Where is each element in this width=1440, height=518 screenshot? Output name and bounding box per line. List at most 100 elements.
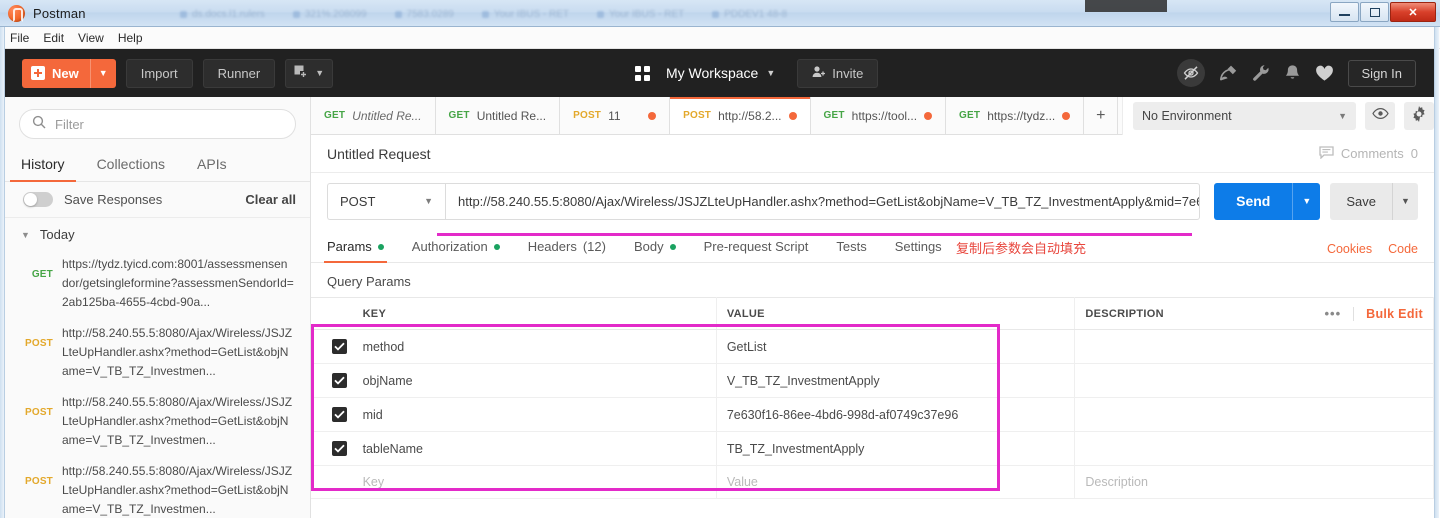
new-param-value[interactable]: Value (716, 465, 1076, 499)
tab-pre-request-script[interactable]: Pre-request Script (704, 239, 809, 262)
tab-title: https://tool... (851, 108, 918, 123)
new-button-caret[interactable]: ▼ (89, 58, 116, 88)
new-param-key[interactable]: Key (352, 465, 717, 499)
invite-button[interactable]: Invite (797, 58, 879, 88)
request-tab-active[interactable]: POST http://58.2... (670, 97, 811, 134)
new-window-caret[interactable]: ▼ (315, 68, 324, 78)
comments-button[interactable]: Comments 0 (1319, 145, 1418, 162)
filter-area (5, 97, 310, 149)
param-key[interactable]: objName (352, 363, 717, 398)
save-button[interactable]: Save ▼ (1330, 182, 1418, 220)
menu-file[interactable]: File (10, 31, 29, 45)
list-item[interactable]: GET https://tydz.tyicd.com:8001/assessme… (5, 249, 310, 318)
menu-view[interactable]: View (78, 31, 104, 45)
new-param-description[interactable]: Description (1074, 465, 1434, 499)
list-item[interactable]: POST http://58.240.55.5:8080/Ajax/Wirele… (5, 318, 310, 387)
runner-button[interactable]: Runner (202, 58, 276, 88)
params-options-button[interactable]: ••• (1324, 306, 1341, 321)
history-group-today[interactable]: ▼ Today (5, 218, 310, 249)
tab-authorization[interactable]: Authorization (412, 239, 500, 262)
save-button-caret[interactable]: ▼ (1392, 182, 1418, 220)
url-input[interactable]: http://58.240.55.5:8080/Ajax/Wireless/JS… (445, 182, 1201, 220)
param-value[interactable]: GetList (716, 329, 1076, 364)
new-button[interactable]: New ▼ (22, 58, 116, 88)
request-tab[interactable]: GET https://tydz... (946, 97, 1085, 134)
tab-method: GET (823, 110, 845, 121)
table-row[interactable]: objName V_TB_TZ_InvestmentApply (311, 363, 1434, 398)
param-key[interactable]: method (352, 329, 717, 364)
send-button-caret[interactable]: ▼ (1292, 182, 1320, 220)
workspace-selector-area: My Workspace ▼ Invite (635, 49, 879, 97)
tab-body[interactable]: Body (634, 239, 676, 262)
request-title-row: Untitled Request Comments 0 (311, 135, 1434, 173)
row-checkbox[interactable] (332, 339, 348, 354)
param-description[interactable] (1074, 329, 1434, 364)
sidebar-tab-history[interactable]: History (10, 149, 76, 182)
search-box[interactable] (19, 109, 296, 139)
tab-tests[interactable]: Tests (836, 239, 866, 262)
param-value[interactable]: 7e630f16-86ee-4bd6-998d-af0749c37e96 (716, 397, 1076, 432)
tab-settings[interactable]: Settings (895, 239, 942, 262)
environment-quick-look-button[interactable] (1365, 102, 1395, 130)
sign-in-button[interactable]: Sign In (1347, 59, 1416, 87)
param-value[interactable]: TB_TZ_InvestmentApply (716, 431, 1076, 466)
close-button[interactable]: ✕ (1390, 2, 1436, 22)
tab-title: https://tydz... (987, 108, 1056, 123)
save-responses-toggle[interactable] (23, 192, 53, 207)
param-key[interactable]: mid (352, 397, 717, 432)
table-row-placeholder[interactable]: Key Value Description (311, 465, 1434, 499)
row-checkbox[interactable] (332, 441, 348, 456)
heart-icon[interactable] (1315, 65, 1334, 82)
table-row[interactable]: mid 7e630f16-86ee-4bd6-998d-af0749c37e96 (311, 397, 1434, 432)
param-description[interactable] (1074, 363, 1434, 398)
search-input[interactable] (55, 116, 283, 132)
unsaved-dot-icon (924, 111, 933, 120)
row-checkbox[interactable] (332, 373, 348, 388)
param-value[interactable]: V_TB_TZ_InvestmentApply (716, 363, 1076, 398)
tab-title: 11 (608, 108, 621, 123)
row-checkbox[interactable] (332, 407, 348, 422)
param-key[interactable]: tableName (352, 431, 717, 466)
tab-params[interactable]: Params (324, 239, 387, 263)
menu-help[interactable]: Help (118, 31, 143, 45)
maximize-button[interactable] (1360, 2, 1389, 22)
table-row[interactable]: method GetList (311, 329, 1434, 364)
request-tab[interactable]: GET Untitled Re... (435, 97, 561, 134)
unsaved-dot-icon (1062, 111, 1071, 120)
table-header-row: KEY VALUE DESCRIPTION ••• Bulk Edit (311, 297, 1434, 330)
list-item[interactable]: POST http://58.240.55.5:8080/Ajax/Wirele… (5, 456, 310, 518)
tab-headers[interactable]: Headers (12) (528, 239, 606, 262)
cookies-link[interactable]: Cookies (1327, 242, 1372, 256)
request-tab[interactable]: POST 11 (560, 97, 671, 134)
bell-icon[interactable] (1284, 64, 1301, 82)
sync-off-icon[interactable] (1176, 59, 1205, 87)
method-select[interactable]: POST ▼ (327, 182, 445, 220)
tab-method: GET (959, 110, 981, 121)
sidebar-tab-apis[interactable]: APIs (195, 149, 229, 181)
bulk-edit-button[interactable]: Bulk Edit (1366, 307, 1423, 321)
sidebar-tab-collections[interactable]: Collections (95, 149, 167, 181)
history-url: https://tydz.tyicd.com:8001/assessmensen… (62, 257, 294, 309)
satellite-icon[interactable] (1219, 64, 1238, 82)
request-tab[interactable]: GET Untitled Re... (311, 97, 436, 134)
send-button[interactable]: Send ▼ (1214, 182, 1321, 220)
param-description[interactable] (1074, 397, 1434, 432)
list-item[interactable]: POST http://58.240.55.5:8080/Ajax/Wirele… (5, 387, 310, 456)
new-tab-button[interactable]: + (1084, 97, 1119, 134)
subtab-right-links: Cookies Code (1327, 242, 1418, 256)
clear-all-button[interactable]: Clear all (245, 192, 296, 207)
workspace-selector[interactable]: My Workspace ▼ (666, 65, 775, 81)
new-window-button[interactable]: ▼ (285, 58, 334, 88)
param-description[interactable] (1074, 431, 1434, 466)
environment-settings-button[interactable] (1404, 102, 1434, 130)
request-tab[interactable]: GET https://tool... (810, 97, 947, 134)
import-button[interactable]: Import (125, 58, 193, 88)
minimize-button[interactable] (1330, 2, 1359, 22)
wrench-icon[interactable] (1252, 64, 1270, 82)
menu-edit[interactable]: Edit (43, 31, 64, 45)
ghost-tab-label: ds.docs.l1.rulers (192, 8, 265, 20)
table-row[interactable]: tableName TB_TZ_InvestmentApply (311, 431, 1434, 466)
code-link[interactable]: Code (1388, 242, 1418, 256)
environment-select[interactable]: No Environment ▼ (1133, 102, 1356, 130)
unsaved-dot-icon (648, 111, 657, 120)
